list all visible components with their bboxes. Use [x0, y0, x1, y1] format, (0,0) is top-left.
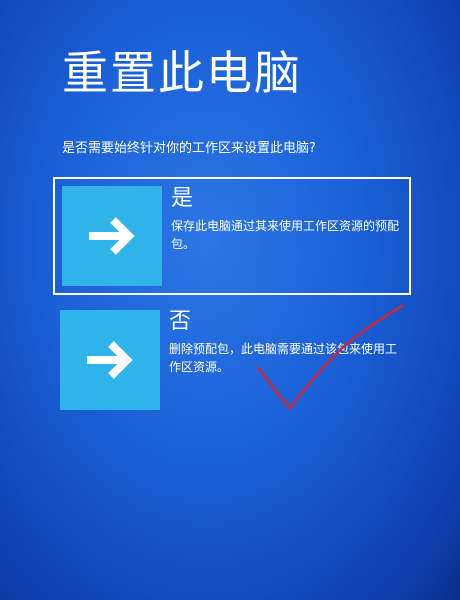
option-no-title: 否: [169, 309, 192, 334]
option-yes-button[interactable]: 是 保存此电脑通过其来使用工作区资源的预配包。: [53, 177, 411, 295]
page-question: 是否需要始终针对你的工作区来设置此电脑?: [62, 141, 316, 156]
option-no-button[interactable]: 否 删除预配包，此电脑需要通过该包来使用工作区资源。: [53, 302, 411, 420]
option-no-description: 删除预配包，此电脑需要通过该包来使用工作区资源。: [169, 342, 398, 374]
arrow-right-icon: [85, 340, 135, 380]
page-title: 重置此电脑: [62, 46, 302, 100]
option-no-tile[interactable]: [60, 310, 160, 410]
option-yes-title: 是: [171, 186, 194, 211]
option-yes-tile[interactable]: [62, 186, 162, 286]
arrow-right-icon: [87, 216, 137, 256]
option-yes-description: 保存此电脑通过其来使用工作区资源的预配包。: [171, 219, 400, 251]
